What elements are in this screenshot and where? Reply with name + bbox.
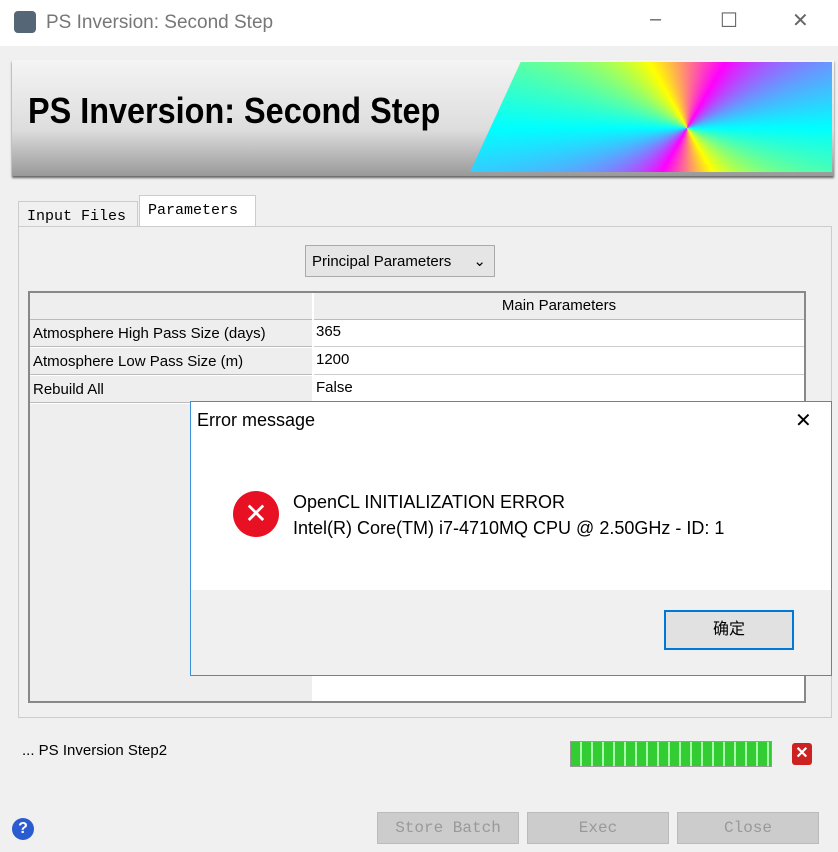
exec-button[interactable]: Exec [527, 812, 669, 844]
row-label: Atmosphere High Pass Size (days) [30, 320, 312, 347]
banner: PS Inversion: Second Step [12, 60, 834, 176]
close-button[interactable]: Close [677, 812, 819, 844]
row-label: Atmosphere Low Pass Size (m) [30, 348, 312, 375]
maximize-button[interactable]: ☐ [720, 8, 738, 33]
progress-bar [570, 741, 772, 767]
row-label: Rebuild All [30, 376, 312, 403]
row-value[interactable]: False [314, 376, 804, 403]
dialog-close-button[interactable]: ✕ [795, 408, 812, 433]
window-title: PS Inversion: Second Step [46, 12, 274, 33]
column-header: Main Parameters [314, 293, 804, 320]
help-icon[interactable]: ? [12, 818, 34, 840]
parameters-dropdown[interactable]: Principal Parameters ⌄ [305, 245, 495, 277]
dialog-title: Error message [197, 410, 316, 430]
store-batch-button[interactable]: Store Batch [377, 812, 519, 844]
dialog-footer: 确定 [191, 590, 831, 675]
status-text: ... PS Inversion Step2 [22, 742, 168, 759]
error-dialog: Error message ✕ ✕ OpenCL INITIALIZATION … [190, 401, 832, 676]
app-icon [14, 11, 36, 33]
error-icon: ✕ [233, 491, 279, 537]
tab-input-files[interactable]: Input Files [18, 201, 138, 226]
row-value[interactable]: 1200 [314, 348, 804, 375]
minimize-button[interactable]: – [650, 8, 661, 31]
row-value[interactable]: 365 [314, 320, 804, 347]
title-bar: PS Inversion: Second Step – ☐ ✕ [0, 0, 838, 46]
interferogram-image [470, 62, 832, 172]
cancel-icon[interactable]: ✕ [792, 743, 812, 765]
error-line-2: Intel(R) Core(TM) i7-4710MQ CPU @ 2.50GH… [293, 518, 725, 538]
banner-title: PS Inversion: Second Step [28, 90, 441, 131]
dropdown-value: Principal Parameters [312, 253, 452, 270]
error-line-1: OpenCL INITIALIZATION ERROR [293, 492, 566, 512]
close-window-button[interactable]: ✕ [792, 8, 809, 33]
ok-button[interactable]: 确定 [664, 610, 794, 650]
tab-parameters[interactable]: Parameters [139, 195, 256, 226]
chevron-down-icon: ⌄ [473, 253, 486, 270]
